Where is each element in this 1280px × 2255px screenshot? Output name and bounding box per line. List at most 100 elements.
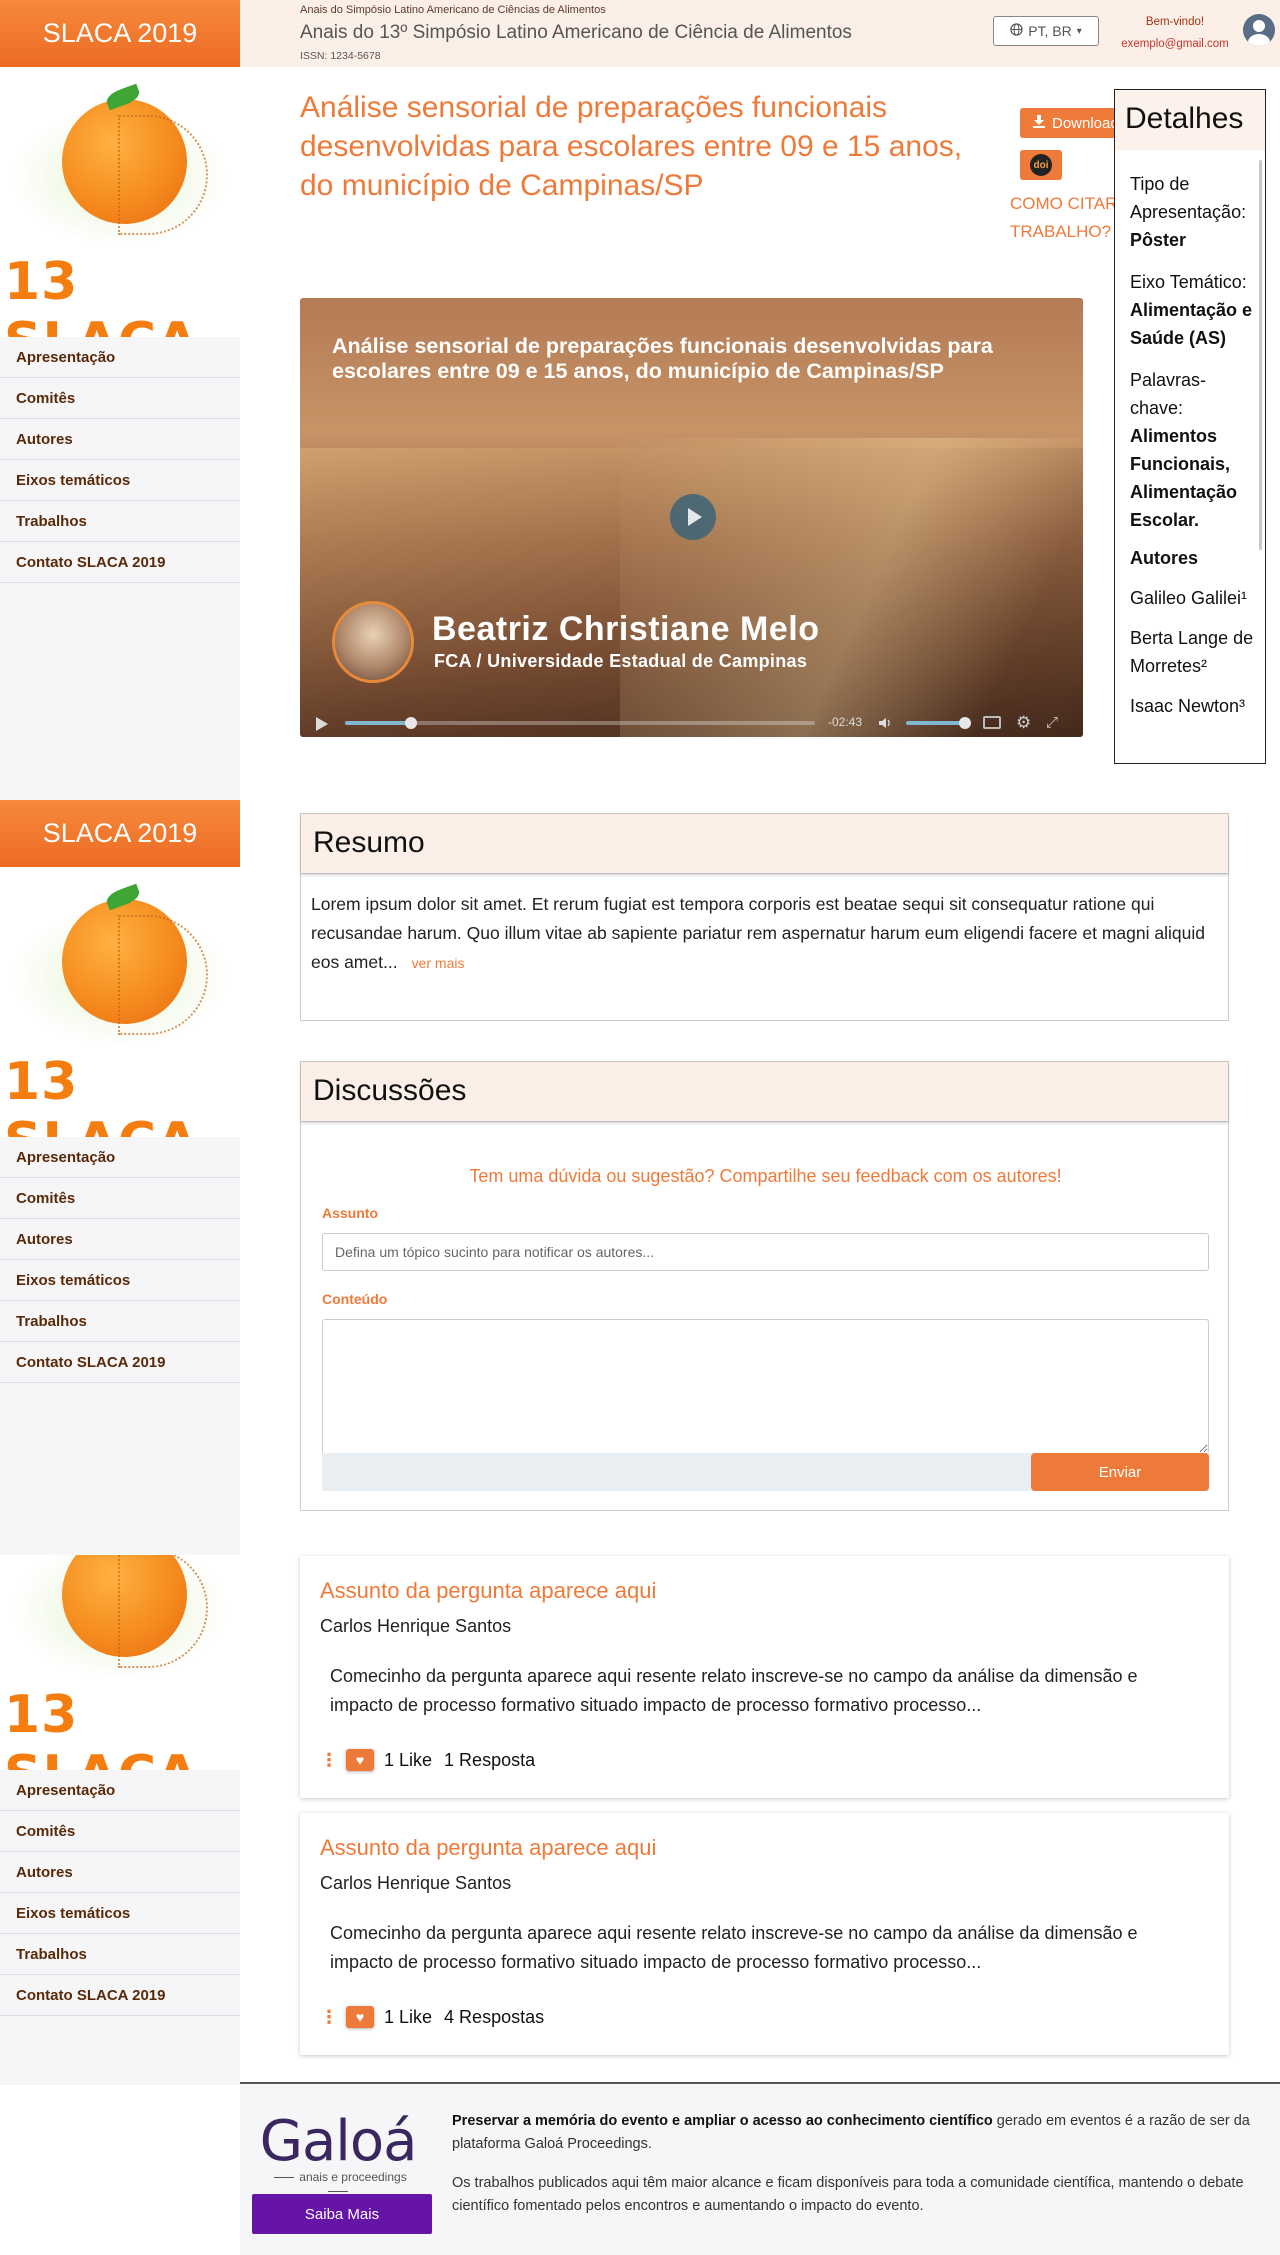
- sidebar-item-eixos[interactable]: Eixos temáticos: [0, 1893, 240, 1934]
- footer: Galoá anais e proceedings Saiba Mais Pre…: [240, 2082, 1280, 2255]
- time-remaining: -02:43: [828, 715, 863, 729]
- more-options-icon[interactable]: ⋮: [320, 1751, 342, 1769]
- author-item[interactable]: Isaac Newton³: [1130, 692, 1257, 720]
- sidebar-item-comites[interactable]: Comitês: [0, 378, 240, 419]
- galoa-logo[interactable]: Galoá anais e proceedings: [258, 2112, 418, 2198]
- progress-handle[interactable]: [404, 717, 417, 729]
- download-button[interactable]: Download: [1020, 108, 1120, 138]
- video-progress-bar[interactable]: [345, 717, 815, 729]
- top-bar: Anais do Simpósio Latino Americano de Ci…: [240, 0, 1280, 67]
- volume-slider[interactable]: [906, 717, 971, 729]
- submit-button[interactable]: Enviar: [1031, 1453, 1209, 1491]
- reply-count[interactable]: 4 Respostas: [444, 2007, 544, 2028]
- doi-icon: doi: [1030, 154, 1052, 176]
- download-label: Download: [1052, 114, 1119, 132]
- event-logo[interactable]: 13 SLACA: [0, 867, 240, 1137]
- galoa-logo-word: Galoá: [259, 2109, 418, 2174]
- footer-text: Preservar a memória do evento e ampliar …: [452, 2110, 1272, 2218]
- like-count: 1 Like: [384, 1749, 433, 1770]
- question-author: Carlos Henrique Santos: [320, 1616, 512, 1636]
- axis-label: Eixo Temático:: [1130, 272, 1247, 292]
- language-label: PT, BR: [1028, 23, 1072, 39]
- language-selector[interactable]: PT, BR ▾: [993, 16, 1099, 46]
- details-scrollbar[interactable]: [1259, 160, 1262, 550]
- question-title[interactable]: Assunto da pergunta aparece aqui: [320, 1578, 656, 1604]
- globe-icon: [1010, 23, 1023, 39]
- content-textarea[interactable]: [322, 1319, 1209, 1454]
- sidebar-nav: Apresentação Comitês Autores Eixos temát…: [0, 1770, 240, 2016]
- author-item[interactable]: Berta Lange de Morretes²: [1130, 624, 1257, 680]
- sidebar-item-contato[interactable]: Contato SLACA 2019: [0, 542, 240, 583]
- like-button[interactable]: ♥: [346, 1749, 374, 1771]
- sidebar-item-contato[interactable]: Contato SLACA 2019: [0, 1342, 240, 1383]
- presenter-avatar: [332, 601, 414, 683]
- reply-count[interactable]: 1 Resposta: [444, 1750, 535, 1771]
- question-card[interactable]: Assunto da pergunta aparece aqui Carlos …: [300, 1813, 1229, 2055]
- sidebar-item-autores[interactable]: Autores: [0, 1852, 240, 1893]
- sidebar-item-trabalhos[interactable]: Trabalhos: [0, 1934, 240, 1975]
- sidebar-item-comites[interactable]: Comitês: [0, 1811, 240, 1852]
- issn: ISSN: 1234-5678: [300, 50, 381, 62]
- video-player[interactable]: Análise sensorial de preparações funcion…: [300, 298, 1083, 737]
- user-greeting[interactable]: Bem-vindo! exemplo@gmail.com: [1110, 11, 1240, 55]
- question-text: Comecinho da pergunta aparece aqui resen…: [330, 1923, 1138, 1972]
- sidebar-brand[interactable]: SLACA 2019: [0, 800, 240, 867]
- read-more-link[interactable]: ver mais: [412, 955, 465, 971]
- presentation-type-label: Tipo de Apresentação:: [1130, 174, 1247, 222]
- volume-icon[interactable]: [878, 716, 892, 730]
- doi-button[interactable]: doi: [1020, 150, 1062, 180]
- sidebar-item-autores[interactable]: Autores: [0, 1219, 240, 1260]
- play-button[interactable]: [670, 494, 716, 540]
- sidebar-item-eixos[interactable]: Eixos temáticos: [0, 460, 240, 501]
- video-controls: -02:43 ⚙ ⤢: [300, 708, 1083, 737]
- work-title: Análise sensorial de preparações funcion…: [300, 91, 963, 202]
- author-item[interactable]: Galileo Galilei¹: [1130, 584, 1257, 612]
- learn-more-button[interactable]: Saiba Mais: [252, 2194, 432, 2234]
- sidebar-item-trabalhos[interactable]: Trabalhos: [0, 501, 240, 542]
- fullscreen-icon[interactable]: ⤢: [1046, 714, 1058, 731]
- caret-down-icon: ▾: [1076, 25, 1082, 37]
- user-email: exemplo@gmail.com: [1121, 38, 1229, 50]
- captions-icon[interactable]: [983, 716, 1001, 729]
- sidebar-brand[interactable]: SLACA 2019: [0, 0, 240, 67]
- details-panel: Detalhes Tipo de Apresentação: Pôster Ei…: [1114, 89, 1266, 764]
- sidebar-item-eixos[interactable]: Eixos temáticos: [0, 1260, 240, 1301]
- sidebar-item-contato[interactable]: Contato SLACA 2019: [0, 1975, 240, 2016]
- more-options-icon[interactable]: ⋮: [320, 2008, 342, 2026]
- sidebar-block: SLACA 2019 13 SLACA Apresentação Comitês…: [0, 0, 240, 583]
- event-logo[interactable]: 13 SLACA: [0, 1555, 240, 1770]
- download-icon: [1032, 114, 1046, 132]
- heart-icon: ♥: [355, 1752, 365, 1768]
- thematic-axis: Alimentação e Saúde (AS): [1130, 300, 1253, 348]
- discussion-heading: Discussões: [301, 1062, 1228, 1122]
- question-text: Comecinho da pergunta aparece aqui resen…: [330, 1666, 1138, 1715]
- sidebar-item-apresentacao[interactable]: Apresentação: [0, 337, 240, 378]
- like-button[interactable]: ♥: [346, 2006, 374, 2028]
- question-card[interactable]: Assunto da pergunta aparece aqui Carlos …: [300, 1556, 1229, 1798]
- question-actions: ⋮ ♥ 1 Like 4 Respostas: [320, 2003, 544, 2031]
- question-title[interactable]: Assunto da pergunta aparece aqui: [320, 1835, 656, 1861]
- video-title: Análise sensorial de preparações funcion…: [332, 334, 993, 383]
- discussion-panel: Discussões Tem uma dúvida ou sugestão? C…: [300, 1061, 1229, 1511]
- proceedings-title[interactable]: Anais do 13º Simpósio Latino Americano d…: [300, 22, 852, 44]
- sidebar: SLACA 2019 13 SLACA Apresentação Comitês…: [0, 0, 240, 2085]
- abstract-heading: Resumo: [301, 814, 1228, 874]
- footer-bold-text: Preservar a memória do evento e ampliar …: [452, 2113, 993, 2129]
- sidebar-item-autores[interactable]: Autores: [0, 419, 240, 460]
- control-play-icon[interactable]: [316, 717, 328, 731]
- subject-input[interactable]: [322, 1233, 1209, 1271]
- abstract-panel: Resumo Lorem ipsum dolor sit amet. Et re…: [300, 813, 1229, 1021]
- abstract-text: Lorem ipsum dolor sit amet. Et rerum fug…: [301, 874, 1228, 978]
- presenter-name: Beatriz Christiane Melo: [432, 610, 820, 648]
- sidebar-nav: Apresentação Comitês Autores Eixos temát…: [0, 337, 240, 583]
- user-avatar-icon[interactable]: [1243, 14, 1275, 46]
- content-label: Conteúdo: [322, 1291, 388, 1307]
- presenter-affiliation: FCA / Universidade Estadual de Campinas: [434, 651, 808, 671]
- sidebar-item-apresentacao[interactable]: Apresentação: [0, 1770, 240, 1811]
- gear-icon[interactable]: ⚙: [1016, 713, 1031, 733]
- play-icon: [688, 508, 702, 526]
- event-logo[interactable]: 13 SLACA: [0, 67, 240, 337]
- sidebar-item-trabalhos[interactable]: Trabalhos: [0, 1301, 240, 1342]
- sidebar-item-comites[interactable]: Comitês: [0, 1178, 240, 1219]
- sidebar-item-apresentacao[interactable]: Apresentação: [0, 1137, 240, 1178]
